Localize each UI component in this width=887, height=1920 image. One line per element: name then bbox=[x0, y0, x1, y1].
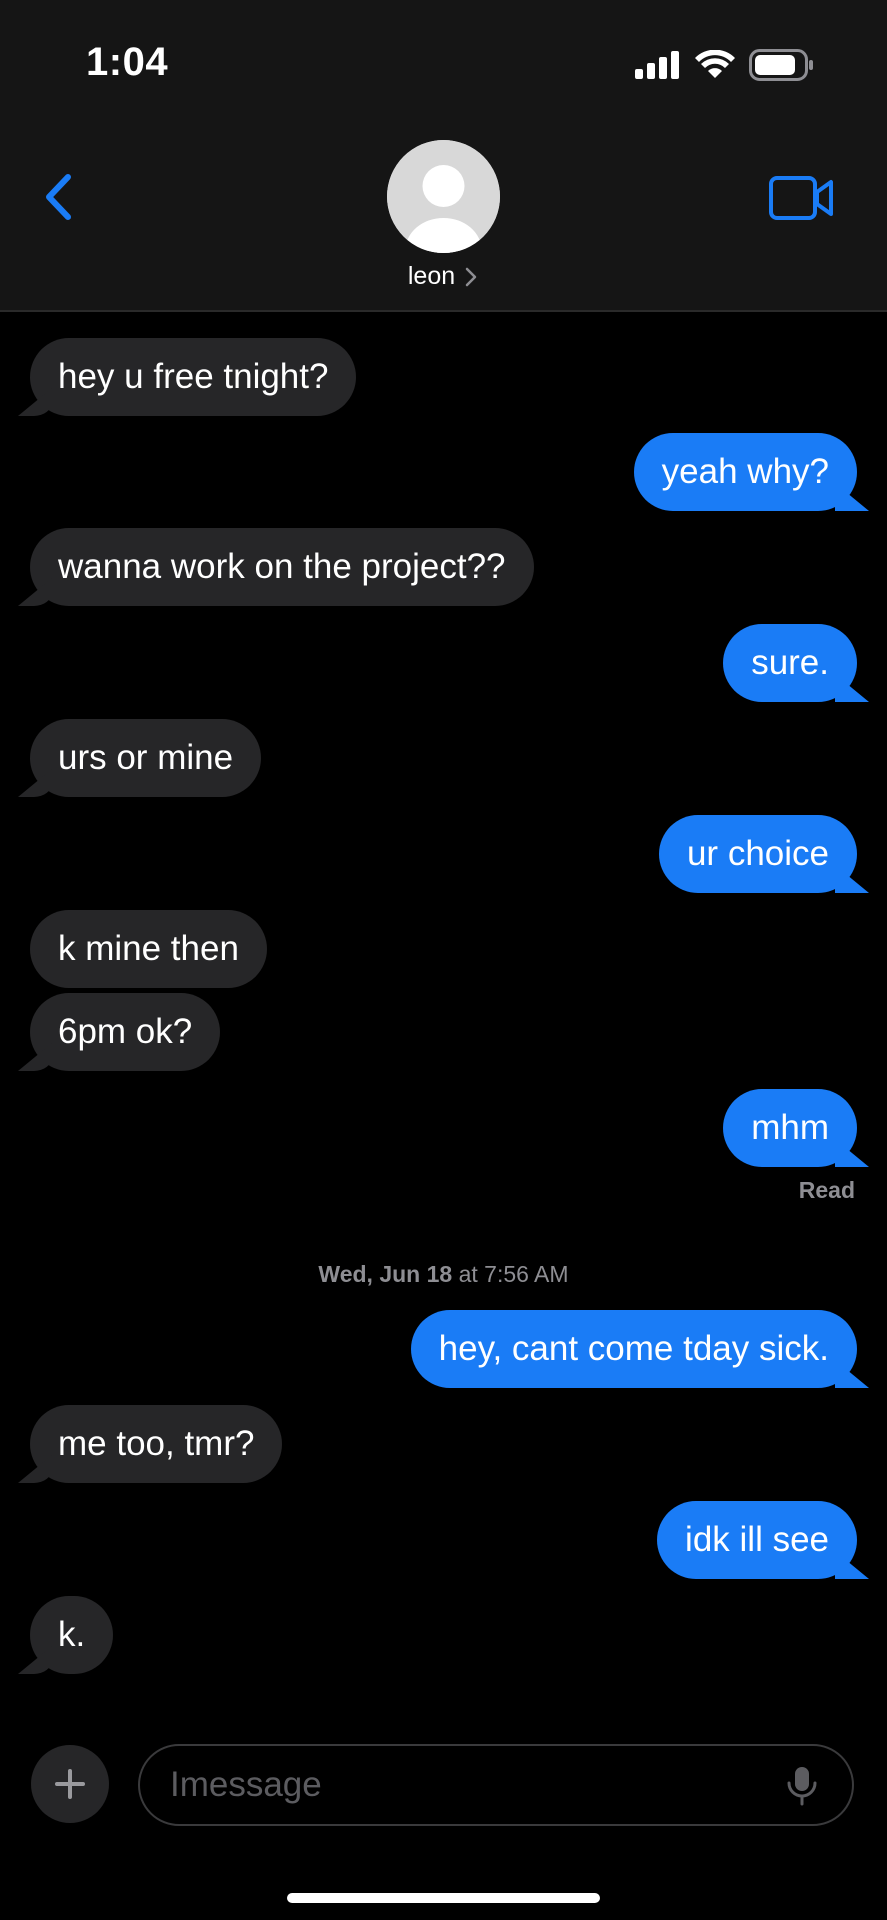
outgoing-message[interactable]: sure. bbox=[723, 624, 857, 702]
message-input[interactable] bbox=[138, 1744, 854, 1826]
back-button[interactable] bbox=[28, 162, 88, 232]
outgoing-message[interactable]: ur choice bbox=[658, 815, 857, 893]
microphone-icon bbox=[787, 1767, 817, 1806]
chevron-left-icon bbox=[46, 174, 71, 220]
cellular-signal-icon bbox=[635, 51, 679, 79]
timestamp-separator: at bbox=[452, 1261, 485, 1287]
incoming-message[interactable]: k mine then bbox=[30, 910, 267, 988]
conversation-header: 1:04 leon bbox=[0, 0, 887, 312]
outgoing-message[interactable]: yeah why? bbox=[633, 433, 857, 511]
home-indicator[interactable] bbox=[287, 1893, 600, 1903]
status-icons bbox=[635, 48, 815, 82]
timestamp-time: 7:56 AM bbox=[484, 1261, 569, 1287]
conversation-timestamp: Wed, Jun 18 at 7:56 AM bbox=[0, 1261, 887, 1288]
plus-icon bbox=[55, 1769, 85, 1799]
wifi-icon bbox=[695, 50, 735, 78]
outgoing-message[interactable]: hey, cant come tday sick. bbox=[410, 1310, 857, 1388]
dictation-button[interactable] bbox=[784, 1765, 820, 1807]
contact-name-button[interactable]: leon bbox=[0, 262, 887, 291]
incoming-message[interactable]: urs or mine bbox=[30, 719, 262, 797]
video-camera-icon bbox=[769, 176, 833, 220]
outgoing-message[interactable]: mhm bbox=[723, 1089, 857, 1167]
incoming-message[interactable]: 6pm ok? bbox=[30, 993, 221, 1071]
incoming-message[interactable]: hey u free tnight? bbox=[30, 338, 357, 416]
person-silhouette-icon bbox=[387, 140, 500, 253]
status-time: 1:04 bbox=[86, 40, 169, 84]
apps-plus-button[interactable] bbox=[31, 1745, 109, 1823]
battery-icon bbox=[749, 49, 813, 81]
contact-avatar[interactable] bbox=[387, 140, 500, 253]
chevron-right-icon bbox=[465, 267, 477, 286]
read-receipt: Read bbox=[798, 1177, 855, 1203]
incoming-message[interactable]: me too, tmr? bbox=[30, 1405, 283, 1483]
contact-name: leon bbox=[407, 262, 456, 290]
incoming-message[interactable]: wanna work on the project?? bbox=[30, 528, 534, 606]
incoming-message[interactable]: k. bbox=[30, 1596, 114, 1674]
facetime-video-button[interactable] bbox=[767, 172, 837, 224]
timestamp-day: Wed, Jun 18 bbox=[318, 1261, 453, 1287]
outgoing-message[interactable]: idk ill see bbox=[657, 1501, 857, 1579]
